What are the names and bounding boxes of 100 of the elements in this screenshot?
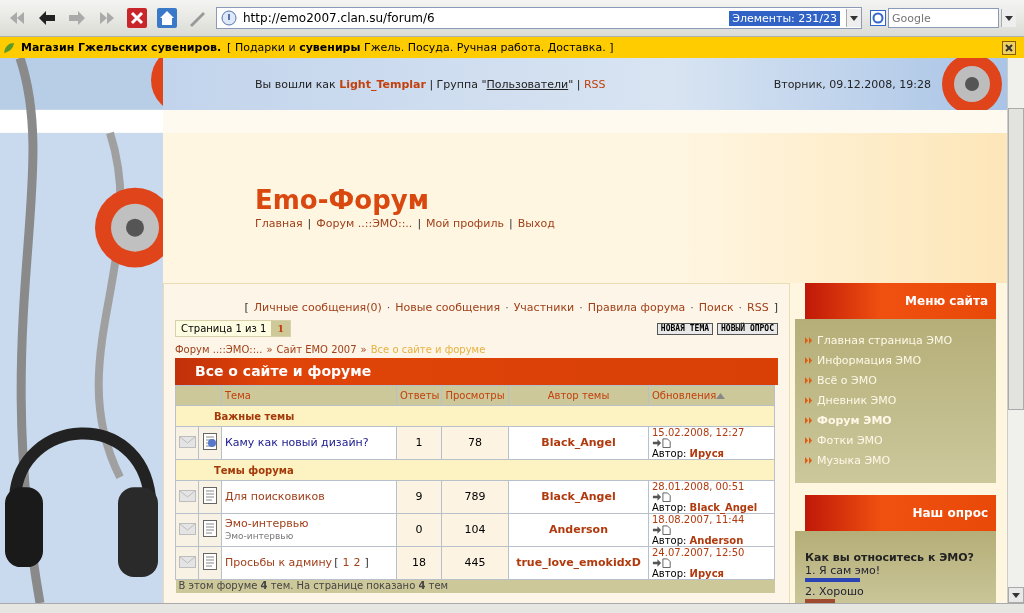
section-title: Темы форума xyxy=(214,464,294,476)
address-field[interactable]: http://emo2007.clan.su/forum/6 Элементы: 231/23 xyxy=(216,7,862,29)
section-title: Важные темы xyxy=(214,410,295,422)
envelope-icon xyxy=(178,435,196,448)
site-title: Emo-Форум xyxy=(255,185,430,215)
view-count: 104 xyxy=(464,523,486,536)
nav-link[interactable]: Форум ..::ЭМО::.. xyxy=(316,217,413,230)
separator: | xyxy=(307,217,312,230)
reply-count: 0 xyxy=(415,523,423,536)
bracket: [ xyxy=(244,301,249,314)
page-count: Страница 1 из 1 xyxy=(176,321,272,336)
reply-count: 9 xyxy=(415,490,423,503)
forum-summary: В этом форуме 4 тем. На странице показано 4 тем xyxy=(178,580,449,591)
nav-link[interactable]: Мой профиль xyxy=(426,217,504,230)
chevron-icon xyxy=(805,456,813,464)
forum-link[interactable]: Поиск xyxy=(698,301,734,314)
search-engine-icon xyxy=(870,10,886,26)
search-field[interactable]: Google xyxy=(888,8,999,28)
table-title: Все о сайте и форуме xyxy=(175,358,778,385)
bracket: ] xyxy=(773,301,778,314)
nav-link[interactable]: Выход xyxy=(517,217,555,230)
ad-text[interactable]: [ Подарки и сувениры Гжель. Посуда. Ручная работа. Доставка. ] xyxy=(227,41,614,54)
scrollbar[interactable] xyxy=(1007,58,1024,603)
topic-description: Эмо-интервью xyxy=(225,530,295,542)
last-author-link[interactable]: Ируся xyxy=(689,448,724,459)
view-count: 78 xyxy=(468,436,482,449)
ad-title[interactable]: Магазин Гжельских сувениров. xyxy=(21,41,222,54)
page-link[interactable]: 2 xyxy=(353,556,361,569)
dropdown-icon[interactable] xyxy=(1001,9,1016,27)
last-post-icon[interactable] xyxy=(652,492,672,502)
block-title: Наш опрос xyxy=(912,506,988,520)
author-link[interactable]: Anderson xyxy=(548,523,608,536)
reply-count: 1 xyxy=(415,436,423,449)
last-author-link[interactable]: Ируся xyxy=(689,568,724,579)
forum-link[interactable]: RSS xyxy=(747,301,769,314)
chevron-icon xyxy=(805,336,813,344)
bracket: [ xyxy=(334,556,339,569)
username-link[interactable]: Light_Templar xyxy=(339,77,426,91)
view-count: 789 xyxy=(464,490,486,503)
separator: · xyxy=(690,301,694,314)
chevron-icon xyxy=(805,376,813,384)
author-label: Автор: xyxy=(652,448,687,459)
last-author-link[interactable]: Black_Angel xyxy=(689,502,758,513)
topic-link[interactable]: Просьбы к админу xyxy=(225,556,333,569)
poll-option: 2. Хорошо xyxy=(805,585,986,598)
separator: · xyxy=(738,301,743,314)
topic-button[interactable]: НОВЫЙ ОПРОС xyxy=(717,322,778,335)
close-icon[interactable] xyxy=(1002,40,1016,55)
last-author-link[interactable]: Anderson xyxy=(689,535,744,546)
page-link[interactable]: 1 xyxy=(342,556,350,569)
last-post-icon[interactable] xyxy=(652,558,672,568)
forum-link[interactable]: Участники xyxy=(513,301,575,314)
forum-link[interactable]: Личные сообщения(0) xyxy=(253,301,382,314)
envelope-icon xyxy=(178,522,196,535)
author-label: Автор: xyxy=(652,502,687,513)
view-count: 445 xyxy=(464,556,486,569)
bracket: ] xyxy=(364,556,369,569)
breadcrumb-link[interactable]: Сайт EMO 2007 xyxy=(276,344,357,355)
update-date[interactable]: 15.02.2008, 12:27 xyxy=(652,427,771,438)
update-date[interactable]: 18.08.2007, 11:44 xyxy=(652,514,771,525)
separator: · xyxy=(505,301,509,314)
stop-icon[interactable] xyxy=(126,7,148,29)
poll-question: Как вы относитесь к ЭМО? xyxy=(805,551,975,564)
forum-link[interactable]: Новые сообщения xyxy=(395,301,501,314)
home-icon[interactable] xyxy=(156,7,178,29)
envelope-icon xyxy=(178,489,196,502)
last-post-icon[interactable] xyxy=(652,438,672,448)
poll-option: 1. Я сам эмо! xyxy=(805,564,986,577)
envelope-icon xyxy=(178,555,196,568)
separator: | xyxy=(508,217,513,230)
scroll-down-icon[interactable] xyxy=(1008,587,1024,603)
separator: · xyxy=(386,301,391,314)
group-link[interactable]: Пользователи xyxy=(486,77,569,91)
document-icon xyxy=(203,487,217,504)
separator: · xyxy=(579,301,583,314)
chevron-icon xyxy=(805,396,813,404)
sort-icon xyxy=(716,393,726,399)
topic-button[interactable]: НОВАЯ ТЕМА xyxy=(656,322,713,335)
rss-link[interactable]: RSS xyxy=(583,77,606,91)
topic-link[interactable]: Эмо-интервью xyxy=(225,517,309,530)
chevron-icon xyxy=(805,436,813,444)
nav-link[interactable]: Главная xyxy=(255,217,303,230)
update-date[interactable]: 24.07.2007, 12:50 xyxy=(652,547,771,558)
site-icon xyxy=(221,10,237,26)
date-text: Вторник, 09.12.2008, 19:28 xyxy=(773,77,931,91)
author-label: Автор: xyxy=(652,568,687,579)
document-icon xyxy=(203,433,217,450)
document-icon xyxy=(203,520,217,537)
breadcrumb-link[interactable]: Форум ..::ЭМО::.. xyxy=(175,344,263,355)
document-icon xyxy=(203,553,217,570)
chevron-icon xyxy=(805,356,813,364)
separator: » xyxy=(266,344,273,355)
author-label: Автор: xyxy=(652,535,687,546)
chevron-icon xyxy=(805,416,813,424)
update-date[interactable]: 28.01.2008, 00:51 xyxy=(652,481,771,492)
last-post-icon[interactable] xyxy=(652,525,672,535)
separator: » xyxy=(360,344,367,355)
dropdown-icon[interactable] xyxy=(846,9,861,27)
forum-link[interactable]: Правила форума xyxy=(587,301,686,314)
login-status: Вы вошли как Light_Templar | Группа "Пользователи" | RSS xyxy=(255,77,606,91)
